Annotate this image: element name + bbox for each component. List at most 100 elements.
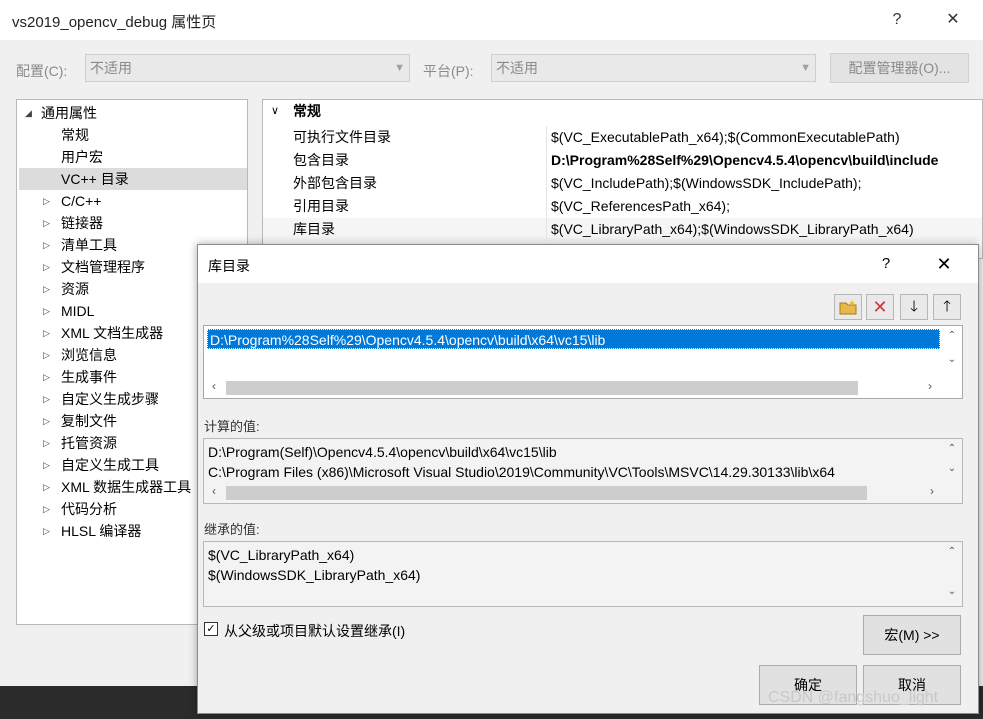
tree-item-cpp[interactable]: ▷ C/C++ <box>17 190 247 212</box>
scroll-right-icon[interactable]: › <box>924 484 940 498</box>
evaluated-line: D:\Program(Self)\Opencv4.5.4\opencv\buil… <box>208 444 557 460</box>
config-value: 不适用 <box>90 60 132 76</box>
scroll-left-icon[interactable]: ‹ <box>206 379 222 393</box>
expand-icon[interactable]: ▷ <box>43 498 50 520</box>
property-grid: ∨ 常规 可执行文件目录 $(VC_ExecutablePath_x64);$(… <box>262 99 983 259</box>
list-item[interactable]: D:\Program%28Self%29\Opencv4.5.4\opencv\… <box>207 329 940 349</box>
scroll-thumb[interactable] <box>226 381 858 395</box>
expand-icon[interactable]: ▷ <box>43 366 50 388</box>
expand-icon[interactable]: ▷ <box>43 388 50 410</box>
folder-icon <box>839 300 857 315</box>
expand-icon[interactable]: ▷ <box>43 476 50 498</box>
scroll-up-icon[interactable]: ⌃ <box>942 443 962 454</box>
expand-icon[interactable]: ▷ <box>43 278 50 300</box>
scroll-right-icon[interactable]: › <box>922 379 938 393</box>
delete-line-button[interactable]: ✕ <box>866 294 894 320</box>
property-name: 包含目录 <box>293 149 547 172</box>
collapse-icon[interactable]: ◢ <box>25 102 32 124</box>
grid-row-executable-dirs[interactable]: 可执行文件目录 $(VC_ExecutablePath_x64);$(Commo… <box>263 126 982 149</box>
close-icon[interactable]: ✕ <box>940 8 966 32</box>
vertical-scrollbar[interactable]: ⌃ ⌄ <box>942 439 962 483</box>
evaluated-value-label: 计算的值: <box>204 419 260 434</box>
config-manager-button[interactable]: 配置管理器(O)... <box>830 53 969 83</box>
inherit-checkbox[interactable]: ✓ <box>204 622 218 636</box>
platform-value: 不适用 <box>496 60 538 76</box>
config-label: 配置(C): <box>16 63 68 79</box>
platform-select[interactable]: 不适用 ▼ <box>491 54 816 82</box>
property-name: 外部包含目录 <box>293 172 547 195</box>
config-select[interactable]: 不适用 ▼ <box>85 54 410 82</box>
chevron-down-icon[interactable]: ∨ <box>271 100 279 123</box>
tree-root-common-properties[interactable]: ◢ 通用属性 <box>17 102 247 124</box>
vertical-scrollbar[interactable]: ⌃ ⌄ <box>942 326 962 378</box>
scroll-down-icon[interactable]: ⌄ <box>942 354 962 365</box>
directory-list[interactable]: D:\Program%28Self%29\Opencv4.5.4\opencv\… <box>203 325 963 399</box>
tree-item-user-macros[interactable]: 用户宏 <box>17 146 247 168</box>
property-value: $(VC_IncludePath);$(WindowsSDK_IncludePa… <box>551 175 862 191</box>
property-value: $(VC_ExecutablePath_x64);$(CommonExecuta… <box>551 129 900 145</box>
expand-icon[interactable]: ▷ <box>43 344 50 366</box>
inherited-line: $(WindowsSDK_LibraryPath_x64) <box>208 567 421 583</box>
tree-item-vc-directories[interactable]: VC++ 目录 <box>19 168 247 190</box>
inherited-line: $(VC_LibraryPath_x64) <box>208 547 355 563</box>
chevron-down-icon: ▼ <box>394 62 405 74</box>
horizontal-scrollbar[interactable]: ‹ › <box>204 378 942 398</box>
expand-icon[interactable]: ▷ <box>43 256 50 278</box>
dialog-title-bar: 库目录 ? ✕ <box>198 245 978 283</box>
property-value: $(VC_LibraryPath_x64);$(WindowsSDK_Libra… <box>551 221 914 237</box>
property-value: $(VC_ReferencesPath_x64); <box>551 198 730 214</box>
expand-icon[interactable]: ▷ <box>43 190 50 212</box>
scroll-up-icon[interactable]: ⌃ <box>942 546 962 557</box>
grid-section-general[interactable]: ∨ 常规 <box>263 100 982 123</box>
expand-icon[interactable]: ▷ <box>43 322 50 344</box>
property-name: 引用目录 <box>293 195 547 218</box>
evaluated-value-box[interactable]: D:\Program(Self)\Opencv4.5.4\opencv\buil… <box>203 438 963 504</box>
scroll-left-icon[interactable]: ‹ <box>206 484 222 498</box>
expand-icon[interactable]: ▷ <box>43 234 50 256</box>
expand-icon[interactable]: ▷ <box>43 520 50 542</box>
new-line-button[interactable] <box>834 294 862 320</box>
grid-row-include-dirs[interactable]: 包含目录 D:\Program%28Self%29\Opencv4.5.4\op… <box>263 149 982 172</box>
evaluated-line: C:\Program Files (x86)\Microsoft Visual … <box>208 464 835 480</box>
close-icon[interactable]: ✕ <box>930 252 958 276</box>
property-value: D:\Program%28Self%29\Opencv4.5.4\opencv\… <box>551 152 939 168</box>
arrow-up-icon: 🡑 <box>943 298 951 315</box>
expand-icon[interactable]: ▷ <box>43 410 50 432</box>
dialog-title: 库目录 <box>208 258 250 274</box>
expand-icon[interactable]: ▷ <box>43 300 50 322</box>
tree-item-linker[interactable]: ▷ 链接器 <box>17 212 247 234</box>
scroll-down-icon[interactable]: ⌄ <box>942 586 962 597</box>
expand-icon[interactable]: ▷ <box>43 454 50 476</box>
check-icon: ✓ <box>206 623 216 635</box>
window-title: vs2019_opencv_debug 属性页 <box>12 14 217 31</box>
scroll-down-icon[interactable]: ⌄ <box>942 463 962 474</box>
inherit-checkbox-label[interactable]: 从父级或项目默认设置继承(I) <box>224 621 405 641</box>
tree-item-general[interactable]: 常规 <box>17 124 247 146</box>
grid-row-external-include-dirs[interactable]: 外部包含目录 $(VC_IncludePath);$(WindowsSDK_In… <box>263 172 982 195</box>
library-directories-dialog: 库目录 ? ✕ ✕ 🡓 🡑 D:\Program%28Self%29\Openc… <box>197 244 979 714</box>
platform-label: 平台(P): <box>423 63 474 79</box>
vertical-scrollbar[interactable]: ⌃ ⌄ <box>942 542 962 606</box>
scroll-thumb[interactable] <box>226 486 867 500</box>
move-down-button[interactable]: 🡓 <box>900 294 928 320</box>
main-title-bar: vs2019_opencv_debug 属性页 ? ✕ <box>0 0 983 40</box>
scroll-up-icon[interactable]: ⌃ <box>942 330 962 341</box>
chevron-down-icon: ▼ <box>800 62 811 74</box>
expand-icon[interactable]: ▷ <box>43 212 50 234</box>
help-icon[interactable]: ? <box>884 8 910 32</box>
delete-icon: ✕ <box>872 297 888 317</box>
configuration-bar: 配置(C): 不适用 ▼ 平台(P): 不适用 ▼ 配置管理器(O)... <box>0 40 983 96</box>
inherited-value-box[interactable]: $(VC_LibraryPath_x64) $(WindowsSDK_Libra… <box>203 541 963 607</box>
expand-icon[interactable]: ▷ <box>43 432 50 454</box>
grid-row-library-dirs[interactable]: 库目录 $(VC_LibraryPath_x64);$(WindowsSDK_L… <box>263 218 982 241</box>
macros-button[interactable]: 宏(M) >> <box>863 615 961 655</box>
move-up-button[interactable]: 🡑 <box>933 294 961 320</box>
horizontal-scrollbar[interactable]: ‹ › <box>204 483 942 503</box>
help-icon[interactable]: ? <box>874 253 898 275</box>
property-name: 库目录 <box>293 218 547 241</box>
property-name: 可执行文件目录 <box>293 126 547 149</box>
inherited-value-label: 继承的值: <box>204 522 260 537</box>
arrow-down-icon: 🡓 <box>910 298 918 315</box>
grid-row-reference-dirs[interactable]: 引用目录 $(VC_ReferencesPath_x64); <box>263 195 982 218</box>
watermark: CSDN @fangshuo_light <box>768 689 939 706</box>
